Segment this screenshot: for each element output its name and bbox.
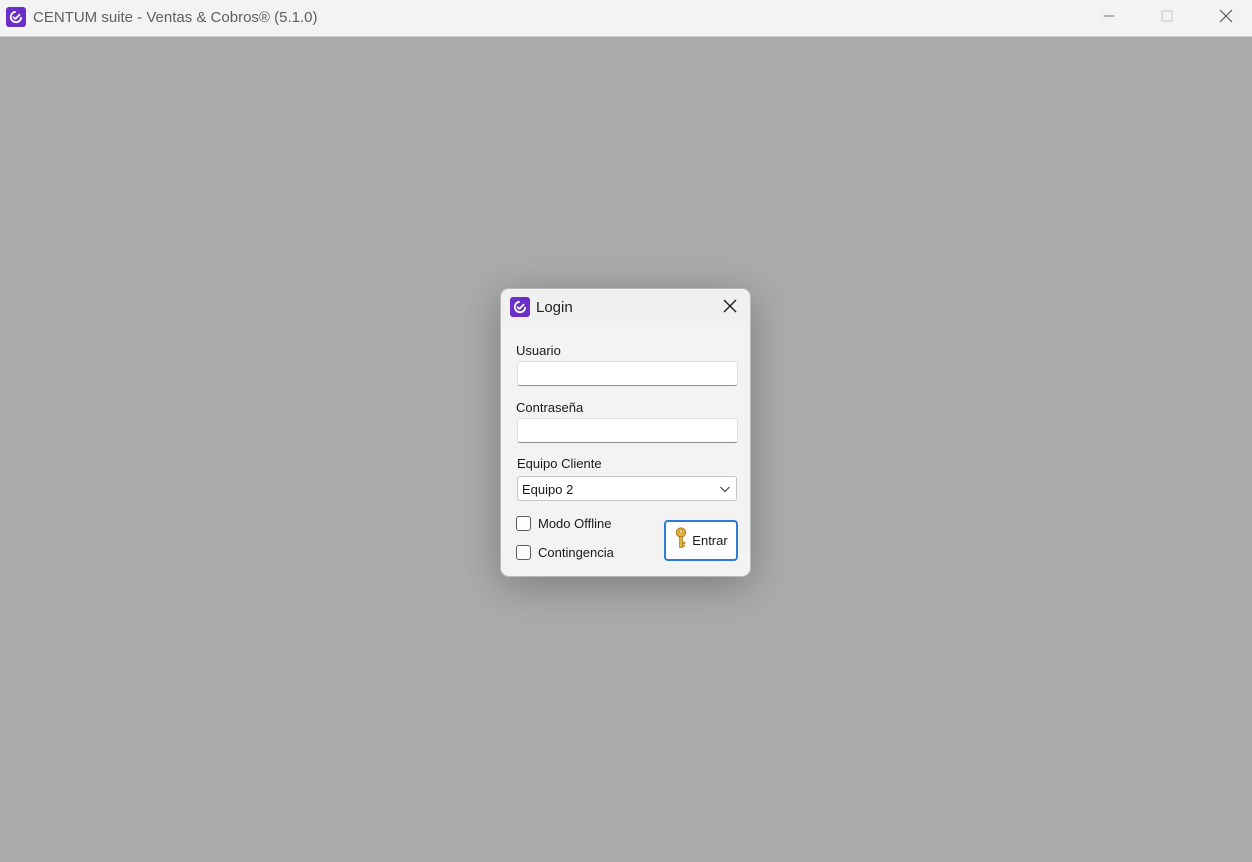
dialog-close-button[interactable] bbox=[715, 294, 745, 322]
password-input[interactable] bbox=[517, 418, 738, 443]
minimize-icon bbox=[1103, 9, 1115, 27]
login-dialog: Login Usuario Contraseña Equipo Cliente … bbox=[500, 288, 751, 577]
maximize-icon bbox=[1161, 9, 1173, 27]
centum-logo-icon bbox=[510, 297, 530, 317]
window-close-button[interactable] bbox=[1203, 0, 1249, 36]
password-label: Contraseña bbox=[516, 400, 584, 415]
client-device-label: Equipo Cliente bbox=[517, 456, 602, 471]
minimize-button[interactable] bbox=[1086, 0, 1132, 36]
user-label: Usuario bbox=[516, 343, 561, 358]
window-titlebar[interactable]: CENTUM suite - Ventas & Cobros® (5.1.0) bbox=[0, 0, 1252, 37]
enter-button-label: Entrar bbox=[692, 533, 728, 548]
offline-mode-checkbox[interactable] bbox=[516, 515, 531, 531]
dialog-titlebar[interactable]: Login bbox=[501, 289, 750, 327]
chevron-down-icon bbox=[718, 482, 732, 496]
user-input[interactable] bbox=[517, 361, 738, 386]
close-icon bbox=[1219, 9, 1233, 28]
dialog-title: Login bbox=[536, 299, 573, 316]
contingency-checkbox[interactable] bbox=[516, 544, 531, 560]
key-icon bbox=[674, 527, 688, 554]
contingency-label: Contingencia bbox=[538, 544, 614, 560]
close-icon bbox=[723, 299, 737, 318]
contingency-option[interactable]: Contingencia bbox=[516, 543, 614, 561]
centum-logo-icon bbox=[6, 7, 26, 27]
client-device-value: Equipo 2 bbox=[522, 482, 574, 497]
offline-mode-label: Modo Offline bbox=[538, 515, 612, 531]
offline-mode-option[interactable]: Modo Offline bbox=[516, 514, 611, 532]
app-window: CENTUM suite - Ventas & Cobros® (5.1.0) bbox=[0, 0, 1252, 862]
client-device-select[interactable]: Equipo 2 bbox=[517, 476, 737, 501]
window-title: CENTUM suite - Ventas & Cobros® (5.1.0) bbox=[33, 9, 318, 26]
maximize-button[interactable] bbox=[1144, 0, 1190, 36]
enter-button[interactable]: Entrar bbox=[664, 520, 738, 561]
